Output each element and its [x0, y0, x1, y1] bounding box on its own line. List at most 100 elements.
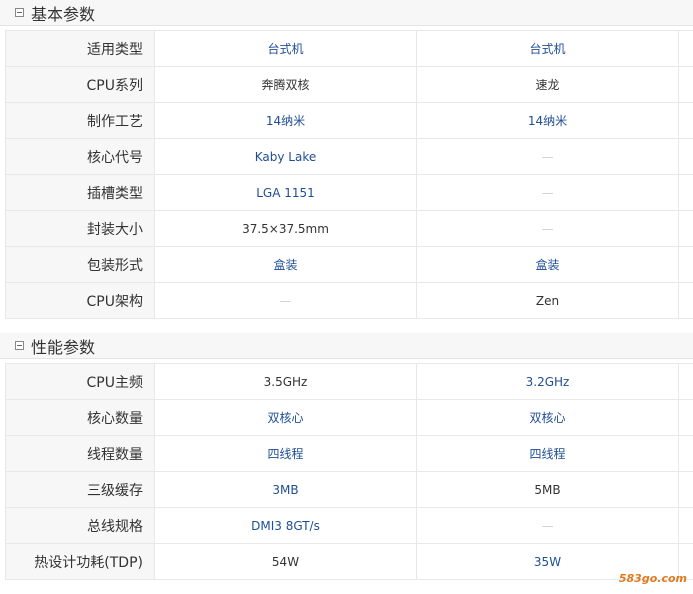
table-row: CPU架构 — Zen	[5, 282, 693, 319]
product-1-value: LGA 1151	[154, 174, 417, 211]
product-1-value: DMI3 8GT/s	[154, 507, 417, 544]
row-label: CPU架构	[5, 282, 155, 319]
product-1-value: —	[154, 282, 417, 319]
product-2-value: —	[416, 210, 679, 247]
empty-dash: —	[541, 221, 554, 236]
product-2-value: —	[416, 138, 679, 175]
product-1-value: 盒装	[154, 246, 417, 283]
row-label: 核心数量	[5, 399, 155, 436]
product-1-value: 37.5×37.5mm	[154, 210, 417, 247]
product-1-value: 3MB	[154, 471, 417, 508]
column-edge	[678, 507, 693, 544]
table-row: 热设计功耗(TDP) 54W 35W	[5, 543, 693, 580]
row-label: 适用类型	[5, 30, 155, 67]
value-link[interactable]: 3.2GHz	[526, 375, 570, 389]
product-2-value: 14纳米	[416, 102, 679, 139]
product-1-value: 奔腾双核	[154, 66, 417, 103]
value-link[interactable]: 双核心	[267, 411, 303, 425]
row-label: 封装大小	[5, 210, 155, 247]
row-label: 制作工艺	[5, 102, 155, 139]
table-row: CPU主频 3.5GHz 3.2GHz	[5, 363, 693, 400]
value-link[interactable]: Kaby Lake	[255, 150, 317, 164]
column-edge	[678, 435, 693, 472]
column-edge	[678, 471, 693, 508]
section-title: 基本参数	[31, 4, 96, 24]
product-2-value: 台式机	[416, 30, 679, 67]
product-2-value: 双核心	[416, 399, 679, 436]
basic-params-table: 适用类型 台式机 台式机 CPU系列 奔腾双核 速龙制作工艺 14纳米 14纳米核心代号 Kab…	[5, 30, 693, 319]
product-2-value: 3.2GHz	[416, 363, 679, 400]
value-text: 5MB	[534, 482, 561, 497]
value-text: 37.5×37.5mm	[242, 221, 329, 236]
product-1-value: Kaby Lake	[154, 138, 417, 175]
product-2-value: —	[416, 174, 679, 211]
row-label: 包装形式	[5, 246, 155, 283]
column-edge	[678, 66, 693, 103]
value-link[interactable]: 14纳米	[266, 114, 305, 128]
performance-params-table: CPU主频 3.5GHz 3.2GHz 核心数量 双核心 双核心 线程数量 四线程 四线程 三级缓…	[5, 363, 693, 580]
table-row: 核心数量 双核心 双核心	[5, 399, 693, 436]
column-edge	[678, 246, 693, 283]
product-1-value: 54W	[154, 543, 417, 580]
value-text: 3.5GHz	[263, 374, 308, 389]
product-2-value: 盒装	[416, 246, 679, 283]
empty-dash: —	[541, 518, 554, 533]
empty-dash: —	[541, 185, 554, 200]
product-1-value: 双核心	[154, 399, 417, 436]
value-text: 奔腾双核	[261, 78, 310, 92]
value-link[interactable]: 35W	[534, 555, 561, 569]
value-link[interactable]: LGA 1151	[256, 186, 315, 200]
collapse-icon[interactable]	[15, 8, 24, 17]
value-link[interactable]: 盒装	[535, 258, 559, 272]
column-edge	[678, 138, 693, 175]
value-link[interactable]: DMI3 8GT/s	[251, 519, 320, 533]
row-label: 核心代号	[5, 138, 155, 175]
value-link[interactable]: 14纳米	[528, 114, 567, 128]
value-link[interactable]: 双核心	[529, 411, 565, 425]
column-edge	[678, 399, 693, 436]
section-header-basic[interactable]: 基本参数	[0, 0, 693, 26]
value-text: 速龙	[535, 78, 560, 92]
table-row: 制作工艺 14纳米 14纳米	[5, 102, 693, 139]
column-edge	[678, 210, 693, 247]
table-row: 插槽类型 LGA 1151 —	[5, 174, 693, 211]
table-row: 封装大小 37.5×37.5mm —	[5, 210, 693, 247]
product-2-value: 5MB	[416, 471, 679, 508]
table-row: CPU系列 奔腾双核 速龙	[5, 66, 693, 103]
product-1-value: 四线程	[154, 435, 417, 472]
column-edge	[678, 30, 693, 67]
row-label: 总线规格	[5, 507, 155, 544]
table-row: 三级缓存 3MB 5MB	[5, 471, 693, 508]
row-label: 热设计功耗(TDP)	[5, 543, 155, 580]
product-1-value: 3.5GHz	[154, 363, 417, 400]
row-label: 线程数量	[5, 435, 155, 472]
product-1-value: 14纳米	[154, 102, 417, 139]
column-edge	[678, 174, 693, 211]
product-1-value: 台式机	[154, 30, 417, 67]
row-label: CPU系列	[5, 66, 155, 103]
section-header-performance[interactable]: 性能参数	[0, 333, 693, 359]
row-label: 插槽类型	[5, 174, 155, 211]
table-row: 总线规格 DMI3 8GT/s —	[5, 507, 693, 544]
column-edge	[678, 102, 693, 139]
product-2-value: —	[416, 507, 679, 544]
value-link[interactable]: 四线程	[267, 447, 303, 461]
empty-dash: —	[279, 293, 292, 308]
collapse-icon[interactable]	[15, 341, 24, 350]
column-edge	[678, 363, 693, 400]
value-link[interactable]: 台式机	[529, 42, 565, 56]
watermark-logo: 583go.com	[618, 572, 687, 585]
value-text: Zen	[535, 293, 560, 308]
value-link[interactable]: 3MB	[272, 483, 298, 497]
value-link[interactable]: 台式机	[267, 42, 303, 56]
value-link[interactable]: 盒装	[273, 258, 297, 272]
row-label: CPU主频	[5, 363, 155, 400]
value-link[interactable]: 四线程	[529, 447, 565, 461]
section-title: 性能参数	[31, 337, 96, 357]
table-row: 适用类型 台式机 台式机	[5, 30, 693, 67]
table-row: 核心代号 Kaby Lake —	[5, 138, 693, 175]
empty-dash: —	[541, 149, 554, 164]
value-text: 54W	[271, 554, 300, 569]
product-2-value: 速龙	[416, 66, 679, 103]
table-row: 包装形式 盒装 盒装	[5, 246, 693, 283]
